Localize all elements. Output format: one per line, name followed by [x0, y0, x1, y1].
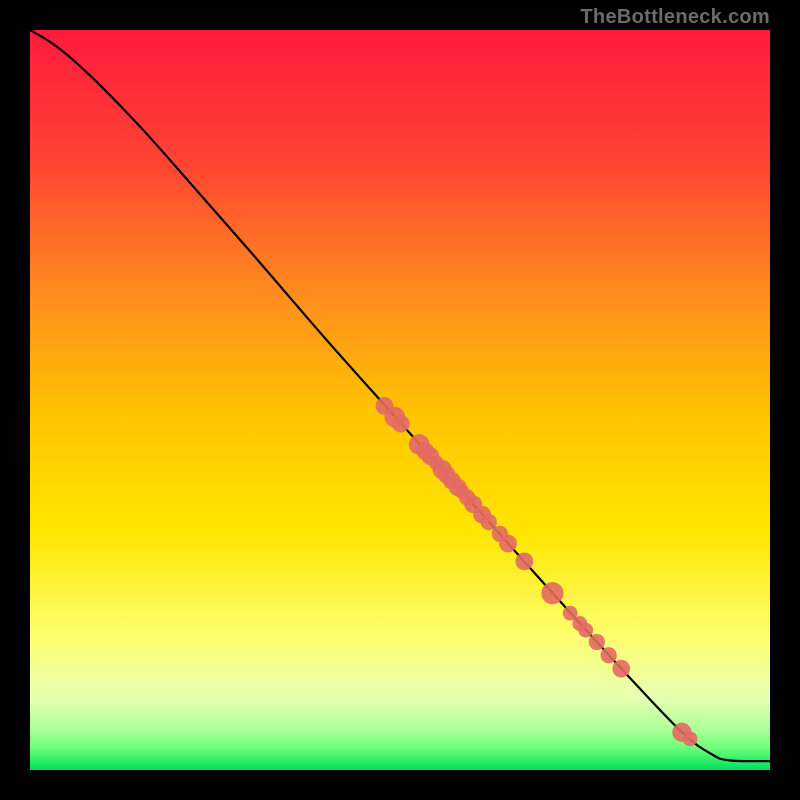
data-point [601, 647, 617, 663]
data-point [578, 623, 593, 638]
chart-background [30, 30, 770, 770]
data-point [499, 535, 517, 553]
data-point [515, 552, 533, 570]
data-point [541, 582, 563, 604]
data-point [612, 660, 630, 678]
watermark-text: TheBottleneck.com [580, 6, 770, 29]
data-point [683, 732, 698, 747]
data-point [589, 634, 605, 650]
chart-svg [30, 30, 770, 770]
data-point [481, 514, 497, 530]
data-point [392, 415, 410, 433]
chart-plot-area [30, 30, 770, 770]
